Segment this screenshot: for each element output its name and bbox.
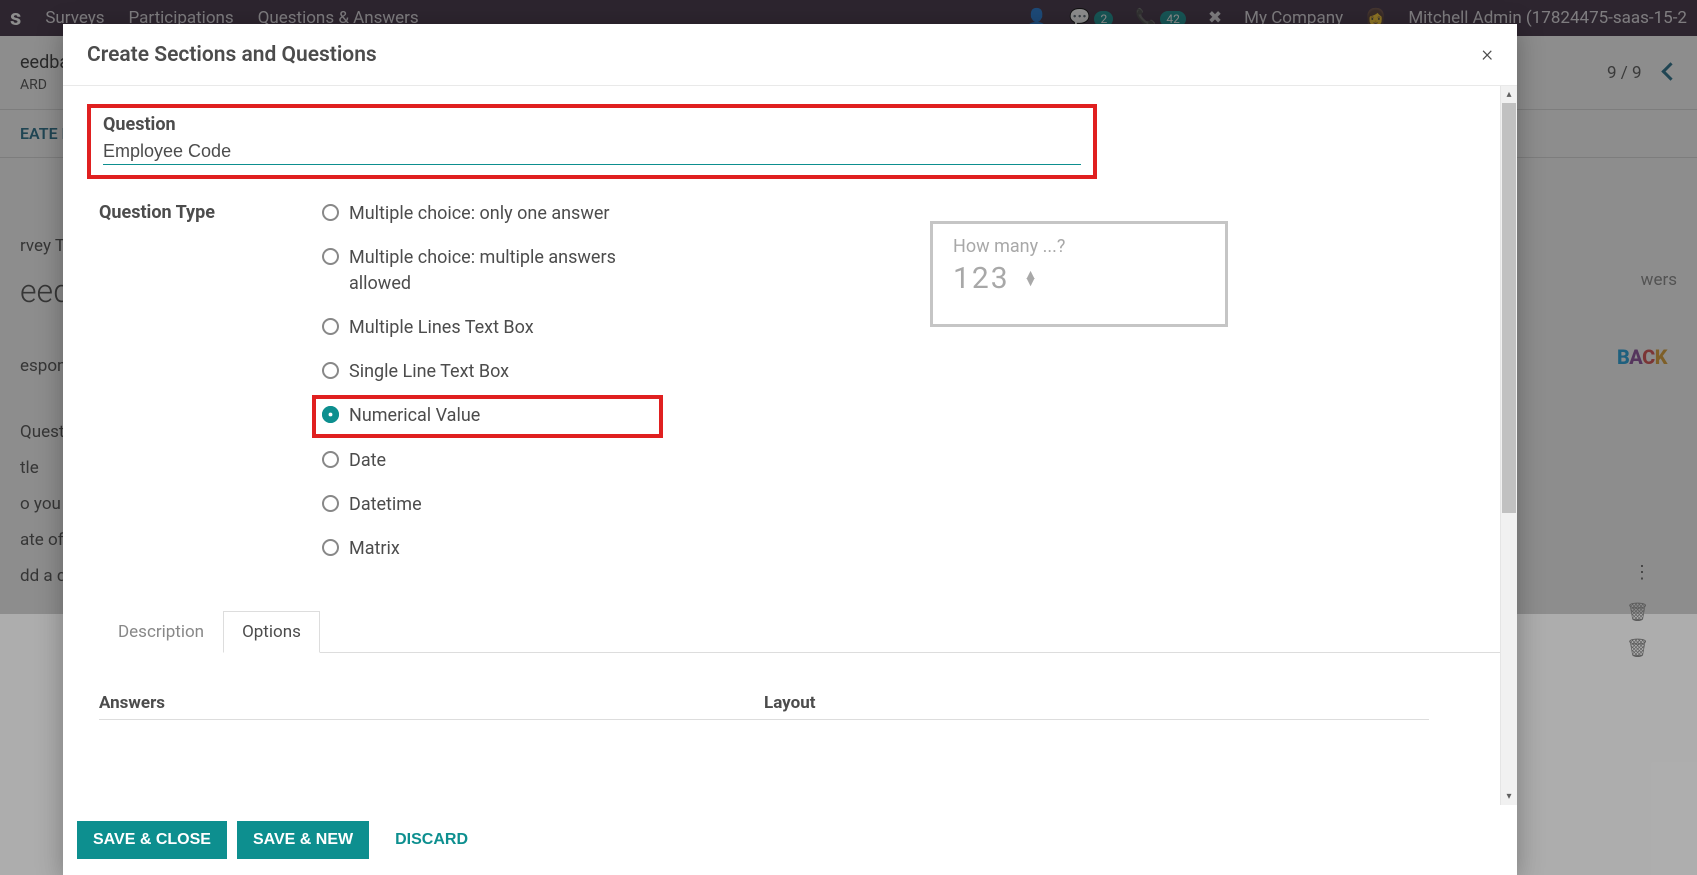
scrollbar[interactable]: ▴ ▾ bbox=[1500, 86, 1517, 805]
radio-circle-icon bbox=[322, 451, 339, 468]
question-input[interactable] bbox=[103, 139, 1081, 165]
answers-title: Answers bbox=[99, 693, 764, 720]
radio-label: Multiple choice: only one answer bbox=[349, 201, 610, 227]
question-type-preview: How many ...? 123 ▲▼ bbox=[930, 221, 1228, 327]
preview-value: 123 bbox=[953, 261, 1010, 296]
save-new-button[interactable]: SAVE & NEW bbox=[237, 821, 369, 859]
question-type-radio-list: Multiple choice: only one answer Multipl… bbox=[322, 201, 629, 562]
radio-label: Datetime bbox=[349, 492, 422, 518]
radio-label: Single Line Text Box bbox=[349, 359, 509, 385]
layout-section: Layout bbox=[764, 693, 1429, 720]
modal-footer: SAVE & CLOSE SAVE & NEW DISCARD bbox=[63, 805, 1517, 875]
radio-circle-icon bbox=[322, 495, 339, 512]
answers-section: Answers bbox=[99, 693, 764, 720]
radio-date[interactable]: Date bbox=[322, 448, 629, 474]
radio-multiple-choice-multi[interactable]: Multiple choice: multiple answers allowe… bbox=[322, 245, 629, 297]
radio-label: Multiple Lines Text Box bbox=[349, 315, 534, 341]
radio-matrix[interactable]: Matrix bbox=[322, 536, 629, 562]
question-type-label: Question Type bbox=[99, 201, 322, 562]
tab-description[interactable]: Description bbox=[99, 611, 223, 653]
radio-label: Multiple choice: multiple answers allowe… bbox=[349, 245, 629, 297]
radio-label: Numerical Value bbox=[349, 403, 480, 429]
numerical-highlight-box: Numerical Value bbox=[312, 395, 663, 437]
discard-button[interactable]: DISCARD bbox=[379, 821, 484, 859]
modal-title: Create Sections and Questions bbox=[87, 43, 377, 67]
layout-title: Layout bbox=[764, 693, 1429, 720]
radio-circle-icon bbox=[322, 539, 339, 556]
radio-label: Matrix bbox=[349, 536, 400, 562]
modal-header: Create Sections and Questions × bbox=[63, 24, 1517, 86]
stepper-icon: ▲▼ bbox=[1024, 272, 1038, 286]
radio-numerical-value[interactable]: Numerical Value bbox=[322, 403, 480, 429]
scroll-thumb[interactable] bbox=[1502, 103, 1516, 513]
preview-value-row: 123 ▲▼ bbox=[953, 261, 1205, 296]
question-highlight-box: Question bbox=[87, 104, 1097, 179]
radio-circle-icon bbox=[322, 362, 339, 379]
radio-datetime[interactable]: Datetime bbox=[322, 492, 629, 518]
radio-singleline-text[interactable]: Single Line Text Box bbox=[322, 359, 629, 385]
modal-body: Question Question Type Multiple choice: … bbox=[63, 86, 1517, 805]
radio-circle-icon bbox=[322, 204, 339, 221]
radio-label: Date bbox=[349, 448, 386, 474]
tab-options[interactable]: Options bbox=[223, 611, 320, 653]
tabs: Description Options bbox=[99, 610, 1503, 653]
radio-circle-icon bbox=[322, 318, 339, 335]
radio-circle-icon bbox=[322, 248, 339, 265]
options-sections: Answers Layout bbox=[99, 693, 1503, 760]
question-label: Question bbox=[103, 114, 1081, 135]
scroll-up-icon[interactable]: ▴ bbox=[1501, 86, 1517, 103]
scroll-down-icon[interactable]: ▾ bbox=[1501, 788, 1517, 805]
radio-multiline-text[interactable]: Multiple Lines Text Box bbox=[322, 315, 629, 341]
create-question-modal: Create Sections and Questions × Question… bbox=[63, 24, 1517, 875]
question-type-row: Question Type Multiple choice: only one … bbox=[79, 201, 1503, 562]
radio-multiple-choice-single[interactable]: Multiple choice: only one answer bbox=[322, 201, 629, 227]
preview-hint: How many ...? bbox=[953, 236, 1205, 257]
close-icon[interactable]: × bbox=[1481, 42, 1493, 67]
save-close-button[interactable]: SAVE & CLOSE bbox=[77, 821, 227, 859]
radio-circle-icon bbox=[322, 406, 339, 423]
